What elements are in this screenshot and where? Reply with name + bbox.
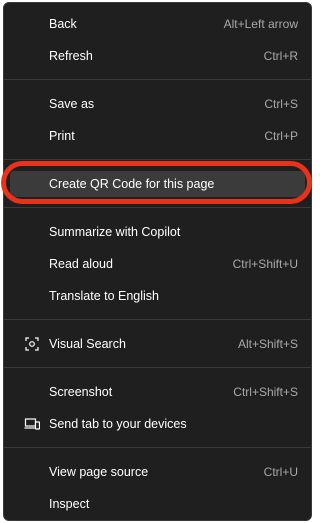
menu-item-read-aloud[interactable]: Read aloud Ctrl+Shift+U (10, 251, 305, 277)
menu-item-translate[interactable]: Translate to English (10, 283, 305, 309)
menu-item-label: View page source (49, 465, 149, 479)
menu-item-shortcut: Ctrl+Shift+U (232, 257, 298, 271)
menu-item-label: Summarize with Copilot (49, 225, 181, 239)
menu-item-label: Refresh (49, 49, 93, 63)
menu-separator (4, 319, 311, 320)
menu-item-visual-search[interactable]: Visual Search Alt+Shift+S (10, 331, 305, 357)
menu-item-create-qr-code[interactable]: Create QR Code for this page (10, 171, 305, 197)
device-send-icon (24, 416, 40, 432)
menu-item-label: Send tab to your devices (49, 417, 187, 431)
menu-item-shortcut: Ctrl+R (263, 49, 298, 63)
menu-item-shortcut: Ctrl+P (264, 129, 298, 143)
menu-item-send-tab[interactable]: Send tab to your devices (10, 411, 305, 437)
menu-separator (4, 367, 311, 368)
menu-item-label: Visual Search (49, 337, 126, 351)
menu-item-shortcut: Ctrl+S (264, 97, 298, 111)
menu-item-shortcut: Alt+Left arrow (223, 17, 298, 31)
context-menu: Back Alt+Left arrow Refresh Ctrl+R Save … (3, 2, 312, 521)
menu-item-refresh[interactable]: Refresh Ctrl+R (10, 43, 305, 69)
menu-item-label: Create QR Code for this page (49, 177, 215, 191)
menu-item-label: Screenshot (49, 385, 113, 399)
menu-item-label: Back (49, 17, 77, 31)
menu-item-shortcut: Alt+Shift+S (237, 337, 298, 351)
menu-item-label: Save as (49, 97, 95, 111)
visual-search-icon (24, 336, 40, 352)
menu-item-inspect[interactable]: Inspect (10, 491, 305, 517)
menu-item-shortcut: Ctrl+U (263, 465, 298, 479)
menu-item-shortcut: Ctrl+Shift+S (233, 385, 298, 399)
menu-separator (4, 159, 311, 160)
menu-item-save-as[interactable]: Save as Ctrl+S (10, 91, 305, 117)
menu-item-label: Print (49, 129, 75, 143)
menu-item-screenshot[interactable]: Screenshot Ctrl+Shift+S (10, 379, 305, 405)
menu-item-label: Read aloud (49, 257, 113, 271)
menu-item-back[interactable]: Back Alt+Left arrow (10, 11, 305, 37)
menu-separator (4, 79, 311, 80)
menu-item-label: Translate to English (49, 289, 160, 303)
menu-item-label: Inspect (49, 497, 90, 511)
menu-item-print[interactable]: Print Ctrl+P (10, 123, 305, 149)
menu-separator (4, 447, 311, 448)
menu-separator (4, 207, 311, 208)
menu-item-view-source[interactable]: View page source Ctrl+U (10, 459, 305, 485)
menu-item-summarize-copilot[interactable]: Summarize with Copilot (10, 219, 305, 245)
